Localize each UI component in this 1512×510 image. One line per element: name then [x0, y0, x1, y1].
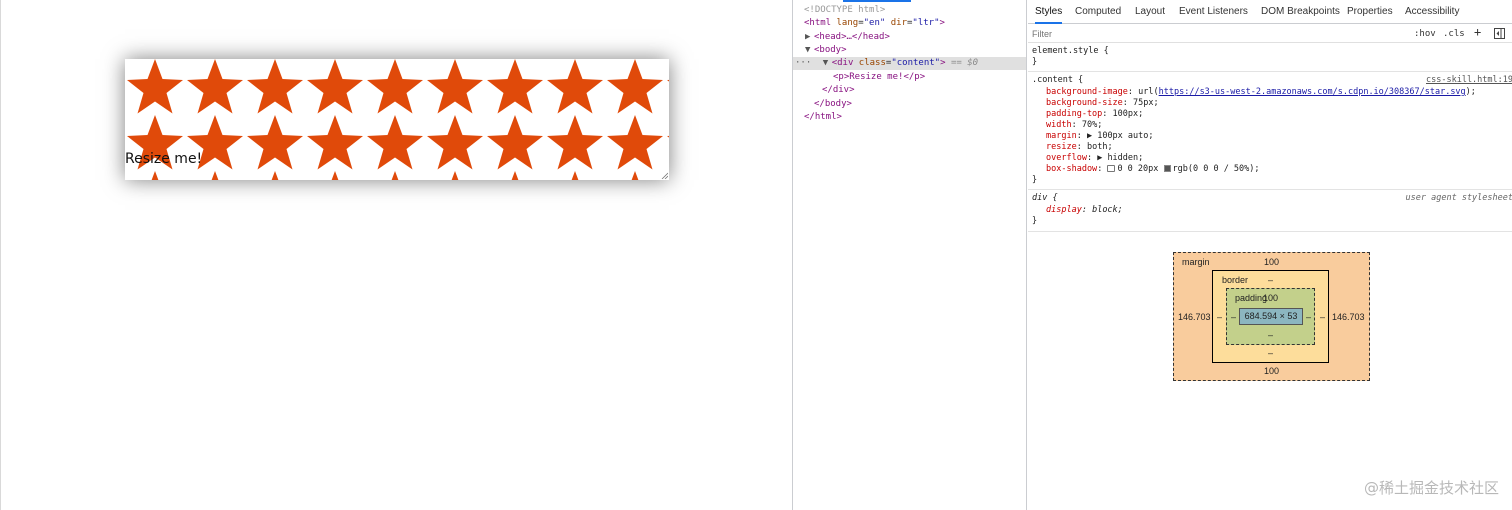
rule-divider [1028, 71, 1512, 72]
resize-grip-icon[interactable] [660, 171, 668, 179]
filter-input[interactable] [1032, 27, 1402, 41]
tab-layout[interactable]: Layout [1135, 0, 1165, 24]
margin-right-value[interactable]: 146.703 [1332, 312, 1365, 322]
rule-content-selector[interactable]: .content { [1032, 75, 1083, 86]
color-swatch-icon[interactable] [1163, 165, 1171, 172]
decl-background-image[interactable]: background-image: url(https://s3-us-west… [1046, 87, 1476, 98]
tab-computed[interactable]: Computed [1075, 0, 1121, 24]
margin-bottom-value[interactable]: 100 [1264, 366, 1279, 376]
decl-padding-top[interactable]: padding-top: 100px; [1046, 109, 1143, 120]
tab-accessibility[interactable]: Accessibility [1405, 0, 1459, 24]
tab-dom-breakpoints[interactable]: DOM Breakpoints [1261, 0, 1340, 24]
dom-html-open[interactable]: <html lang="en" dir="ltr"> [804, 17, 945, 30]
border-left-value[interactable]: – [1217, 312, 1222, 322]
watermark: @稀土掘金技术社区 [1363, 479, 1499, 497]
decl-overflow[interactable]: overflow: ▶ hidden; [1046, 153, 1143, 164]
dom-head[interactable]: ▶ <head>…</head> [805, 31, 890, 44]
rule-element-style[interactable]: element.style { [1032, 46, 1109, 57]
shadow-editor-icon[interactable] [1107, 165, 1116, 172]
content-div[interactable]: Resize me! [125, 59, 669, 180]
decl-resize[interactable]: resize: both; [1046, 142, 1113, 153]
tab-styles[interactable]: Styles [1035, 0, 1063, 24]
viewport-edge [0, 0, 1, 510]
content-paragraph: Resize me! [125, 151, 203, 167]
elements-tab-indicator [843, 0, 911, 2]
tab-properties[interactable]: Properties [1347, 0, 1393, 24]
decl-box-shadow[interactable]: box-shadow: 0 0 20px rgb(0 0 0 / 50%); [1046, 164, 1260, 175]
styles-pane: Styles Computed Layout Event Listeners D… [1028, 0, 1512, 510]
border-bottom-value[interactable]: – [1268, 348, 1273, 358]
padding-top-value[interactable]: 100 [1263, 293, 1278, 303]
rule-div-selector[interactable]: div { [1032, 193, 1058, 204]
rule-ua-source: user agent stylesheet [1405, 193, 1512, 203]
elements-tree: <!DOCTYPE html> <html lang="en" dir="ltr… [793, 0, 1027, 510]
dom-div-close[interactable]: </div> [822, 84, 855, 97]
border-top-value[interactable]: – [1268, 275, 1273, 285]
collapse-triangle-icon[interactable]: ▼ [805, 44, 814, 57]
box-model-content-size[interactable]: 684.594 × 53 [1239, 308, 1303, 325]
padding-right-value[interactable]: – [1306, 312, 1311, 322]
decl-background-size[interactable]: background-size: 75px; [1046, 98, 1159, 109]
margin-top-value[interactable]: 100 [1264, 257, 1279, 267]
dom-html-close[interactable]: </html> [804, 111, 842, 124]
margin-left-value[interactable]: 146.703 [1178, 312, 1211, 322]
cls-toggle[interactable]: .cls [1443, 27, 1465, 41]
dom-doctype[interactable]: <!DOCTYPE html> [804, 4, 885, 17]
hov-toggle[interactable]: :hov [1414, 27, 1436, 41]
padding-bottom-value[interactable]: – [1268, 330, 1273, 340]
border-label: border [1222, 275, 1249, 285]
rule-divider [1028, 189, 1512, 190]
rule-source-link[interactable]: css-skill.html:19 [1426, 75, 1512, 85]
rule-divider [1028, 231, 1512, 232]
devtools-panel: <!DOCTYPE html> <html lang="en" dir="ltr… [792, 0, 1512, 510]
star-svg-link[interactable]: https://s3-us-west-2.amazonaws.com/s.cdp… [1159, 87, 1466, 97]
border-right-value[interactable]: – [1320, 312, 1325, 322]
decl-display[interactable]: display: block; [1046, 205, 1123, 216]
margin-label: margin [1182, 257, 1210, 267]
page-viewport: Resize me! [0, 0, 792, 510]
padding-left-value[interactable]: – [1231, 312, 1236, 322]
more-dots-icon[interactable]: ··· [793, 58, 811, 68]
rule-close-brace: } [1032, 175, 1038, 185]
toggle-sidebar-icon[interactable] [1494, 28, 1505, 39]
tab-event-listeners[interactable]: Event Listeners [1179, 0, 1248, 24]
box-model-diagram: 684.594 × 53 margin 100 100 146.703 146.… [1173, 252, 1370, 381]
rule-close-brace: } [1032, 57, 1038, 67]
collapse-triangle-icon[interactable]: ▼ [823, 57, 832, 70]
expand-triangle-icon[interactable]: ▶ [805, 31, 814, 44]
dom-body-open[interactable]: ▼ <body> [805, 44, 847, 57]
filter-bar: :hov .cls + [1028, 25, 1512, 43]
decl-width[interactable]: width: 70%; [1046, 120, 1102, 131]
dom-p[interactable]: <p>Resize me!</p> [833, 71, 925, 84]
dom-div-content[interactable]: ··· ▼ <div class="content"> == $0 [793, 57, 1026, 70]
styles-tabbar: Styles Computed Layout Event Listeners D… [1028, 0, 1512, 24]
rule-close-brace: } [1032, 216, 1038, 226]
dom-body-close[interactable]: </body> [814, 98, 852, 111]
decl-margin[interactable]: margin: ▶ 100px auto; [1046, 131, 1154, 142]
new-rule-plus-icon[interactable]: + [1474, 25, 1481, 39]
